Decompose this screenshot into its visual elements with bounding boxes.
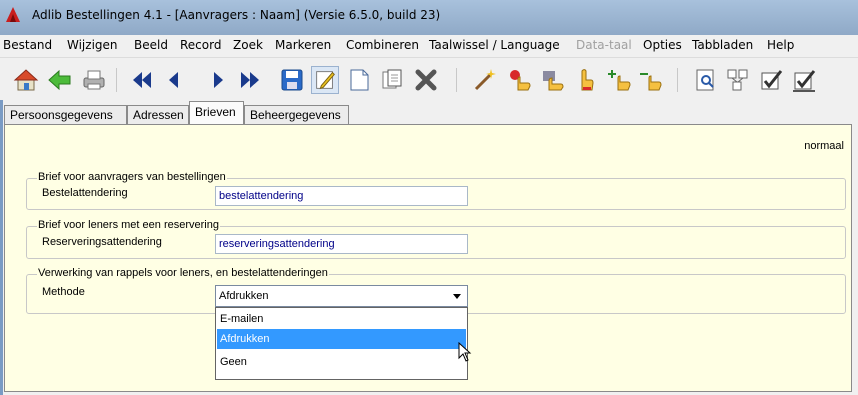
wand-icon[interactable] [471, 66, 499, 94]
next-record-icon[interactable] [204, 66, 232, 94]
chevron-down-icon[interactable] [453, 294, 461, 299]
hand-remove-icon[interactable] [637, 66, 665, 94]
adlib-app-icon [6, 7, 20, 22]
option-afdrukken[interactable]: Afdrukken [217, 329, 466, 349]
menu-bar: Bestand Wijzigen Beeld Record Zoek Marke… [0, 35, 858, 58]
copy-record-icon[interactable] [378, 66, 406, 94]
methode-label: Methode [42, 286, 85, 298]
mode-indicator: normaal [804, 140, 844, 152]
bestelattendering-label: Bestelattendering [42, 187, 128, 199]
tab-brieven[interactable]: Brieven [189, 101, 244, 125]
bestelattendering-field[interactable]: bestelattendering [215, 186, 468, 206]
previous-record-icon[interactable] [160, 66, 188, 94]
menu-bestand[interactable]: Bestand [3, 38, 52, 52]
search-form-icon[interactable] [692, 66, 720, 94]
menu-data-taal: Data-taal [576, 38, 632, 52]
option-e-mailen[interactable]: E-mailen [217, 309, 466, 329]
option-geen[interactable]: Geen [217, 352, 466, 372]
hand-derive-icon[interactable] [506, 66, 534, 94]
check-icon[interactable] [757, 66, 785, 94]
tab-strip: Persoonsgegevens Adressen Brieven Beheer… [0, 100, 858, 125]
toolbar-separator [456, 68, 457, 92]
mouse-cursor-icon [458, 342, 472, 362]
first-record-icon[interactable] [128, 66, 156, 94]
back-arrow-icon[interactable] [46, 66, 74, 94]
tab-persoonsgegevens[interactable]: Persoonsgegevens [4, 105, 127, 124]
menu-record[interactable]: Record [180, 38, 221, 52]
menu-zoek[interactable]: Zoek [233, 38, 263, 52]
menu-markeren[interactable]: Markeren [275, 38, 331, 52]
toolbar-separator [116, 68, 117, 92]
save-icon[interactable] [278, 66, 306, 94]
reserveringsattendering-label: Reserveringsattendering [42, 236, 162, 248]
menu-wijzigen[interactable]: Wijzigen [67, 38, 118, 52]
thesaurus-icon[interactable] [724, 66, 752, 94]
delete-icon[interactable] [412, 66, 440, 94]
hand-add-icon[interactable] [606, 66, 634, 94]
menu-combineren[interactable]: Combineren [346, 38, 419, 52]
tab-adressen[interactable]: Adressen [127, 105, 189, 124]
methode-select[interactable]: Afdrukken [215, 285, 468, 307]
toolbar-separator [677, 68, 678, 92]
home-icon[interactable] [12, 66, 40, 94]
group-legend: Verwerking van rappels voor leners, en b… [37, 267, 329, 279]
menu-taalwissel[interactable]: Taalwissel / Language [429, 38, 560, 52]
menu-help[interactable]: Help [767, 38, 794, 52]
toolbar [0, 58, 858, 100]
title-bar: Adlib Bestellingen 4.1 - [Aanvragers : N… [0, 0, 858, 36]
reserveringsattendering-field[interactable]: reserveringsattendering [215, 234, 468, 254]
methode-dropdown-list: E-mailen Afdrukken Geen [215, 307, 468, 380]
edit-icon[interactable] [311, 66, 339, 94]
menu-tabbladen[interactable]: Tabbladen [692, 38, 753, 52]
window-title: Adlib Bestellingen 4.1 - [Aanvragers : N… [32, 8, 441, 22]
new-record-icon[interactable] [345, 66, 373, 94]
group-legend: Brief voor leners met een reservering [37, 219, 220, 231]
menu-opties[interactable]: Opties [643, 38, 682, 52]
check-all-icon[interactable] [790, 66, 818, 94]
hand-link-icon[interactable] [539, 66, 567, 94]
tab-beheergegevens[interactable]: Beheergegevens [244, 105, 349, 124]
print-icon[interactable] [80, 66, 108, 94]
last-record-icon[interactable] [236, 66, 264, 94]
methode-selected-value: Afdrukken [219, 290, 269, 302]
hand-pointer-icon[interactable] [571, 66, 599, 94]
group-legend: Brief voor aanvragers van bestellingen [37, 171, 227, 183]
menu-beeld[interactable]: Beeld [134, 38, 168, 52]
